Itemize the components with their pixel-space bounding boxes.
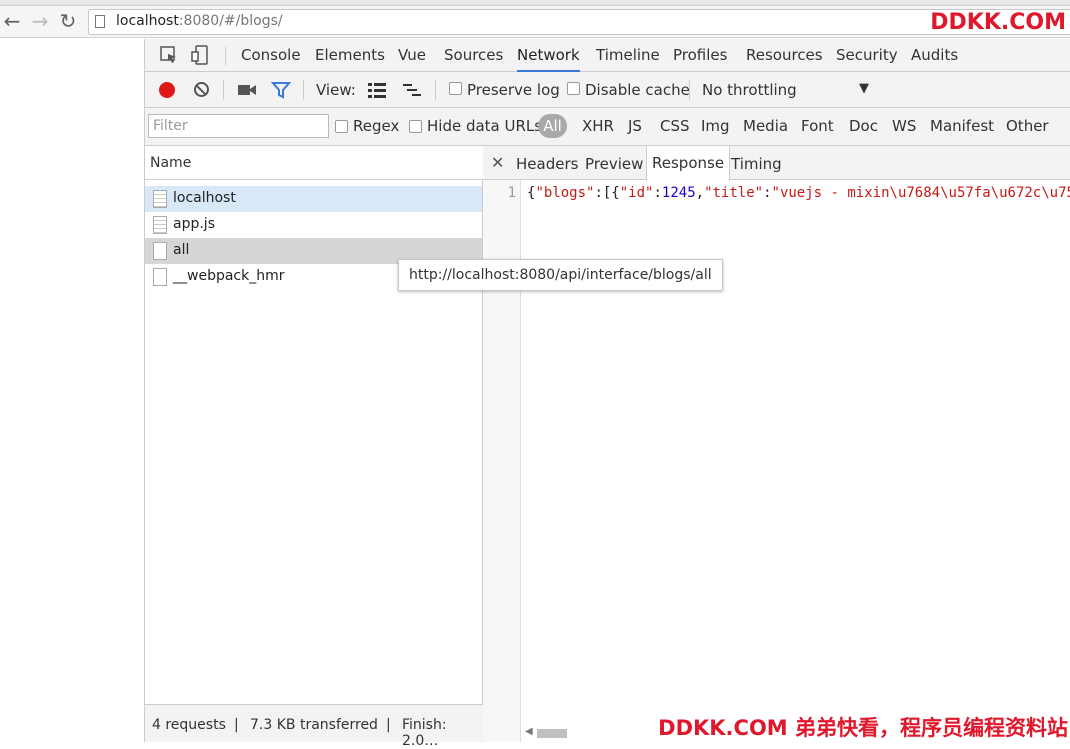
forward-arrow-icon[interactable]: → (28, 10, 52, 34)
filter-type-other[interactable]: Other (1006, 117, 1049, 135)
toolbar-divider (303, 80, 304, 100)
tab-timeline[interactable]: Timeline (596, 39, 660, 72)
request-row-localhost[interactable]: localhost (145, 186, 482, 212)
tab-network[interactable]: Network (517, 39, 580, 72)
regex-label: Regex (353, 117, 399, 135)
tab-vue[interactable]: Vue (398, 39, 426, 72)
disable-cache-label: Disable cache (585, 81, 690, 99)
tab-sources[interactable]: Sources (444, 39, 503, 72)
devtools-tab-bar: Console Elements Vue Sources Network Tim… (145, 39, 1070, 72)
request-name: all (173, 242, 189, 258)
tab-console[interactable]: Console (241, 39, 301, 72)
request-count: 4 requests (152, 717, 226, 733)
watermark-top: DDKK.COM (930, 10, 1066, 35)
filter-type-doc[interactable]: Doc (849, 117, 878, 135)
disable-cache-checkbox[interactable] (567, 82, 580, 95)
preserve-log-checkbox[interactable] (449, 82, 462, 95)
inspect-element-icon[interactable] (159, 45, 179, 65)
watermark-bottom: DDKK.COM 弟弟快看，程序员编程资料站 (658, 712, 1068, 742)
scroll-left-icon[interactable]: ◀ (525, 726, 533, 737)
network-toolbar: View: Preserve log Disable cache No thro… (145, 72, 1070, 108)
filter-type-font[interactable]: Font (801, 117, 834, 135)
record-button[interactable] (157, 80, 177, 100)
regex-checkbox[interactable] (335, 120, 348, 133)
overview-icon[interactable] (402, 80, 422, 100)
device-mode-icon[interactable] (191, 45, 211, 65)
hide-data-urls-label: Hide data URLs (427, 117, 542, 135)
devtools-panel: Console Elements Vue Sources Network Tim… (144, 39, 1070, 742)
hide-data-urls-checkbox[interactable] (409, 120, 422, 133)
filter-bar: Regex Hide data URLs All XHR JS CSS Img … (145, 108, 1070, 146)
record-icon (159, 82, 175, 98)
response-body[interactable]: {"blogs":[{"id":1245,"title":"vuejs - mi… (527, 185, 1070, 201)
script-file-icon (153, 216, 167, 234)
tab-resources[interactable]: Resources (746, 39, 823, 72)
request-row-app-js[interactable]: app.js (145, 212, 482, 238)
filter-type-ws[interactable]: WS (892, 117, 916, 135)
address-bar[interactable]: localhost:8080/#/blogs/ (88, 9, 1070, 35)
filter-type-js[interactable]: JS (628, 117, 642, 135)
status-separator: | (234, 717, 239, 733)
throttling-select[interactable]: No throttling (702, 81, 797, 99)
status-bar: 4 requests | 7.3 KB transferred | Finish… (145, 704, 483, 742)
file-icon (153, 242, 167, 260)
status-separator: | (386, 717, 391, 733)
request-name: app.js (173, 216, 215, 232)
filter-type-manifest[interactable]: Manifest (930, 117, 994, 135)
large-rows-icon[interactable] (367, 80, 387, 100)
capture-screenshots-icon[interactable] (237, 80, 257, 100)
request-name: __webpack_hmr (173, 268, 285, 284)
tab-profiles[interactable]: Profiles (673, 39, 727, 72)
request-name: localhost (173, 190, 236, 206)
filter-type-media[interactable]: Media (743, 117, 788, 135)
scrollbar-thumb[interactable] (537, 729, 567, 738)
toolbar-divider (223, 80, 224, 100)
view-label: View: (316, 81, 356, 99)
reload-icon[interactable]: ↻ (56, 10, 80, 34)
filter-icon[interactable] (271, 80, 291, 100)
document-file-icon (153, 190, 167, 208)
filter-type-css[interactable]: CSS (660, 117, 690, 135)
request-list: Name localhost app.js all __webpack_hmr … (145, 146, 483, 742)
tab-timing[interactable]: Timing (731, 155, 782, 173)
transferred-size: 7.3 KB transferred (250, 717, 378, 733)
browser-toolbar: ← → ↻ localhost:8080/#/blogs/ DDKK.COM (0, 6, 1070, 38)
name-column-header[interactable]: Name (145, 146, 483, 180)
tab-preview[interactable]: Preview (585, 155, 643, 173)
back-arrow-icon[interactable]: ← (0, 10, 24, 34)
url-text: localhost:8080/#/blogs/ (116, 13, 283, 29)
tab-security[interactable]: Security (836, 39, 898, 72)
filter-type-img[interactable]: Img (701, 117, 730, 135)
toolbar-divider (689, 80, 690, 100)
close-icon[interactable]: ✕ (491, 153, 504, 172)
finish-time: Finish: 2.0… (402, 717, 483, 749)
file-icon (153, 268, 167, 286)
toolbar-divider (225, 47, 226, 65)
name-column-label: Name (150, 155, 191, 171)
url-tooltip: http://localhost:8080/api/interface/blog… (398, 259, 723, 291)
filter-type-all[interactable]: All (538, 114, 567, 138)
page-icon (95, 15, 105, 28)
clear-icon (194, 82, 209, 97)
preserve-log-label: Preserve log (467, 81, 560, 99)
tab-audits[interactable]: Audits (911, 39, 958, 72)
toolbar-divider (435, 80, 436, 100)
tab-response[interactable]: Response (646, 146, 730, 181)
filter-input[interactable] (148, 114, 329, 138)
request-detail-panel: ✕ Headers Preview Response Timing 1 {"bl… (483, 146, 1070, 742)
detail-tab-bar: ✕ Headers Preview Response Timing (483, 146, 1070, 180)
tab-elements[interactable]: Elements (315, 39, 385, 72)
filter-type-xhr[interactable]: XHR (582, 117, 614, 135)
dropdown-arrow-icon[interactable]: ▼ (859, 81, 869, 96)
tab-headers[interactable]: Headers (516, 155, 578, 173)
clear-button[interactable] (192, 80, 212, 100)
line-number: 1 (508, 185, 516, 201)
